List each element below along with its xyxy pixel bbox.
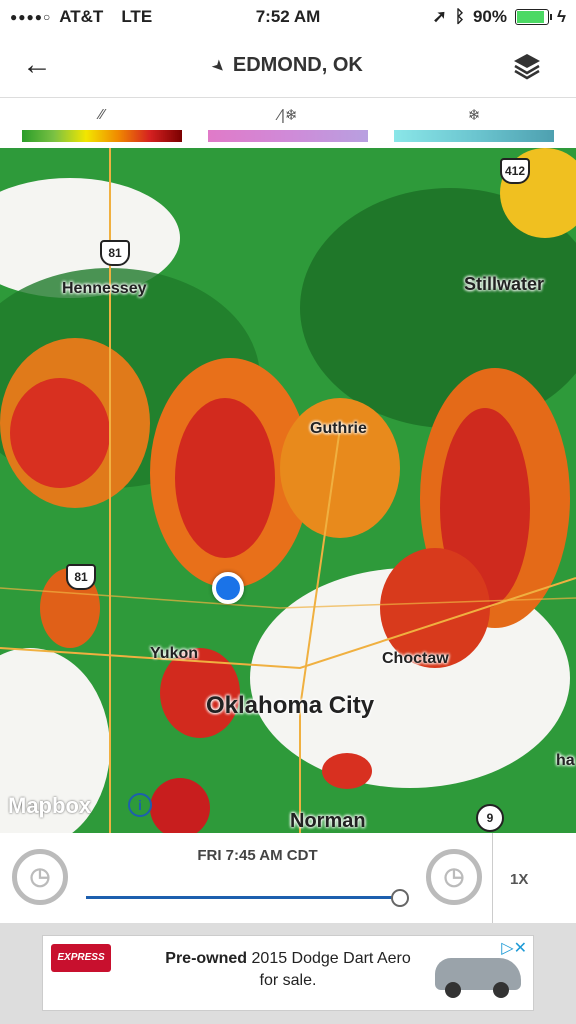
city-norman: Norman	[290, 810, 366, 832]
status-bar: ●●●●○ AT&T LTE 7:52 AM ➚ ᛒ 90% ϟ	[0, 0, 576, 34]
location-title[interactable]: ➤ EDMOND, OK	[0, 54, 576, 77]
location-icon: ➚	[432, 7, 447, 26]
ad-banner: EXPRESS Pre-owned 2015 Dodge Dart Aero f…	[0, 923, 576, 1024]
ad-text: Pre-owned 2015 Dodge Dart Aero for sale.	[163, 948, 413, 992]
user-location-marker	[212, 572, 244, 604]
ad-choices-icon[interactable]: ▷✕	[501, 938, 527, 958]
forward-history-icon[interactable]: ◷	[426, 849, 482, 905]
layers-icon[interactable]	[512, 52, 542, 80]
timeline-slider-handle[interactable]	[391, 889, 409, 907]
city-guthrie: Guthrie	[310, 420, 367, 437]
location-arrow-icon: ➤	[209, 56, 230, 76]
rain-icon: ⁄⁄	[99, 106, 105, 123]
location-label: EDMOND, OK	[232, 54, 363, 76]
ad-logo: EXPRESS	[51, 944, 111, 972]
map-edge-label: ha	[556, 752, 575, 769]
ad-text-line2: for sale.	[259, 972, 317, 989]
mix-gradient-bar	[208, 130, 368, 142]
battery-percent: 90%	[472, 7, 507, 26]
ad-text-rest: 2015 Dodge Dart Aero	[251, 950, 411, 967]
city-stillwater: Stillwater	[464, 274, 545, 294]
timeline-slider[interactable]	[86, 896, 398, 899]
ad-card[interactable]: EXPRESS Pre-owned 2015 Dodge Dart Aero f…	[42, 935, 534, 1011]
radar-map[interactable]: 412 81 81 9 Hennessey Stillwater Guthrie…	[0, 148, 576, 833]
snow-icon: ❄	[467, 107, 481, 124]
highway-81-shield: 81	[66, 564, 96, 590]
playback-speed-button[interactable]: 1X	[510, 871, 528, 888]
city-oklahoma-city: Oklahoma City	[206, 692, 375, 719]
battery-icon	[515, 9, 552, 25]
city-choctaw: Choctaw	[382, 650, 449, 667]
legend-rain: ⁄⁄	[22, 106, 182, 142]
mapbox-logo[interactable]: Mapbox	[8, 793, 91, 819]
snow-gradient-bar	[394, 130, 554, 142]
radar-timestamp: FRI 7:45 AM CDT	[197, 847, 318, 864]
top-bar: ← ➤ EDMOND, OK	[0, 34, 576, 98]
charging-icon: ϟ	[557, 7, 566, 26]
highway-412-shield: 412	[500, 158, 530, 184]
ad-text-bold: Pre-owned	[165, 950, 248, 967]
highway-81-shield: 81	[100, 240, 130, 266]
city-yukon: Yukon	[150, 645, 199, 662]
city-hennessey: Hennessey	[62, 280, 147, 297]
legend-mix: ⁄|❄	[208, 106, 368, 142]
divider	[492, 833, 493, 923]
road-lines	[0, 148, 576, 833]
precip-legend: ⁄⁄ ⁄|❄ ❄	[0, 98, 576, 148]
playback-controls: ◷ FRI 7:45 AM CDT ◷ 1X	[0, 833, 576, 923]
rewind-history-icon[interactable]: ◷	[12, 849, 68, 905]
info-icon[interactable]: i	[128, 793, 152, 817]
car-image	[435, 958, 521, 998]
mix-icon: ⁄|❄	[278, 107, 298, 124]
highway-9-shield: 9	[476, 804, 504, 832]
rain-gradient-bar	[22, 130, 182, 142]
bluetooth-icon: ᛒ	[454, 7, 465, 26]
legend-snow: ❄	[394, 106, 554, 142]
